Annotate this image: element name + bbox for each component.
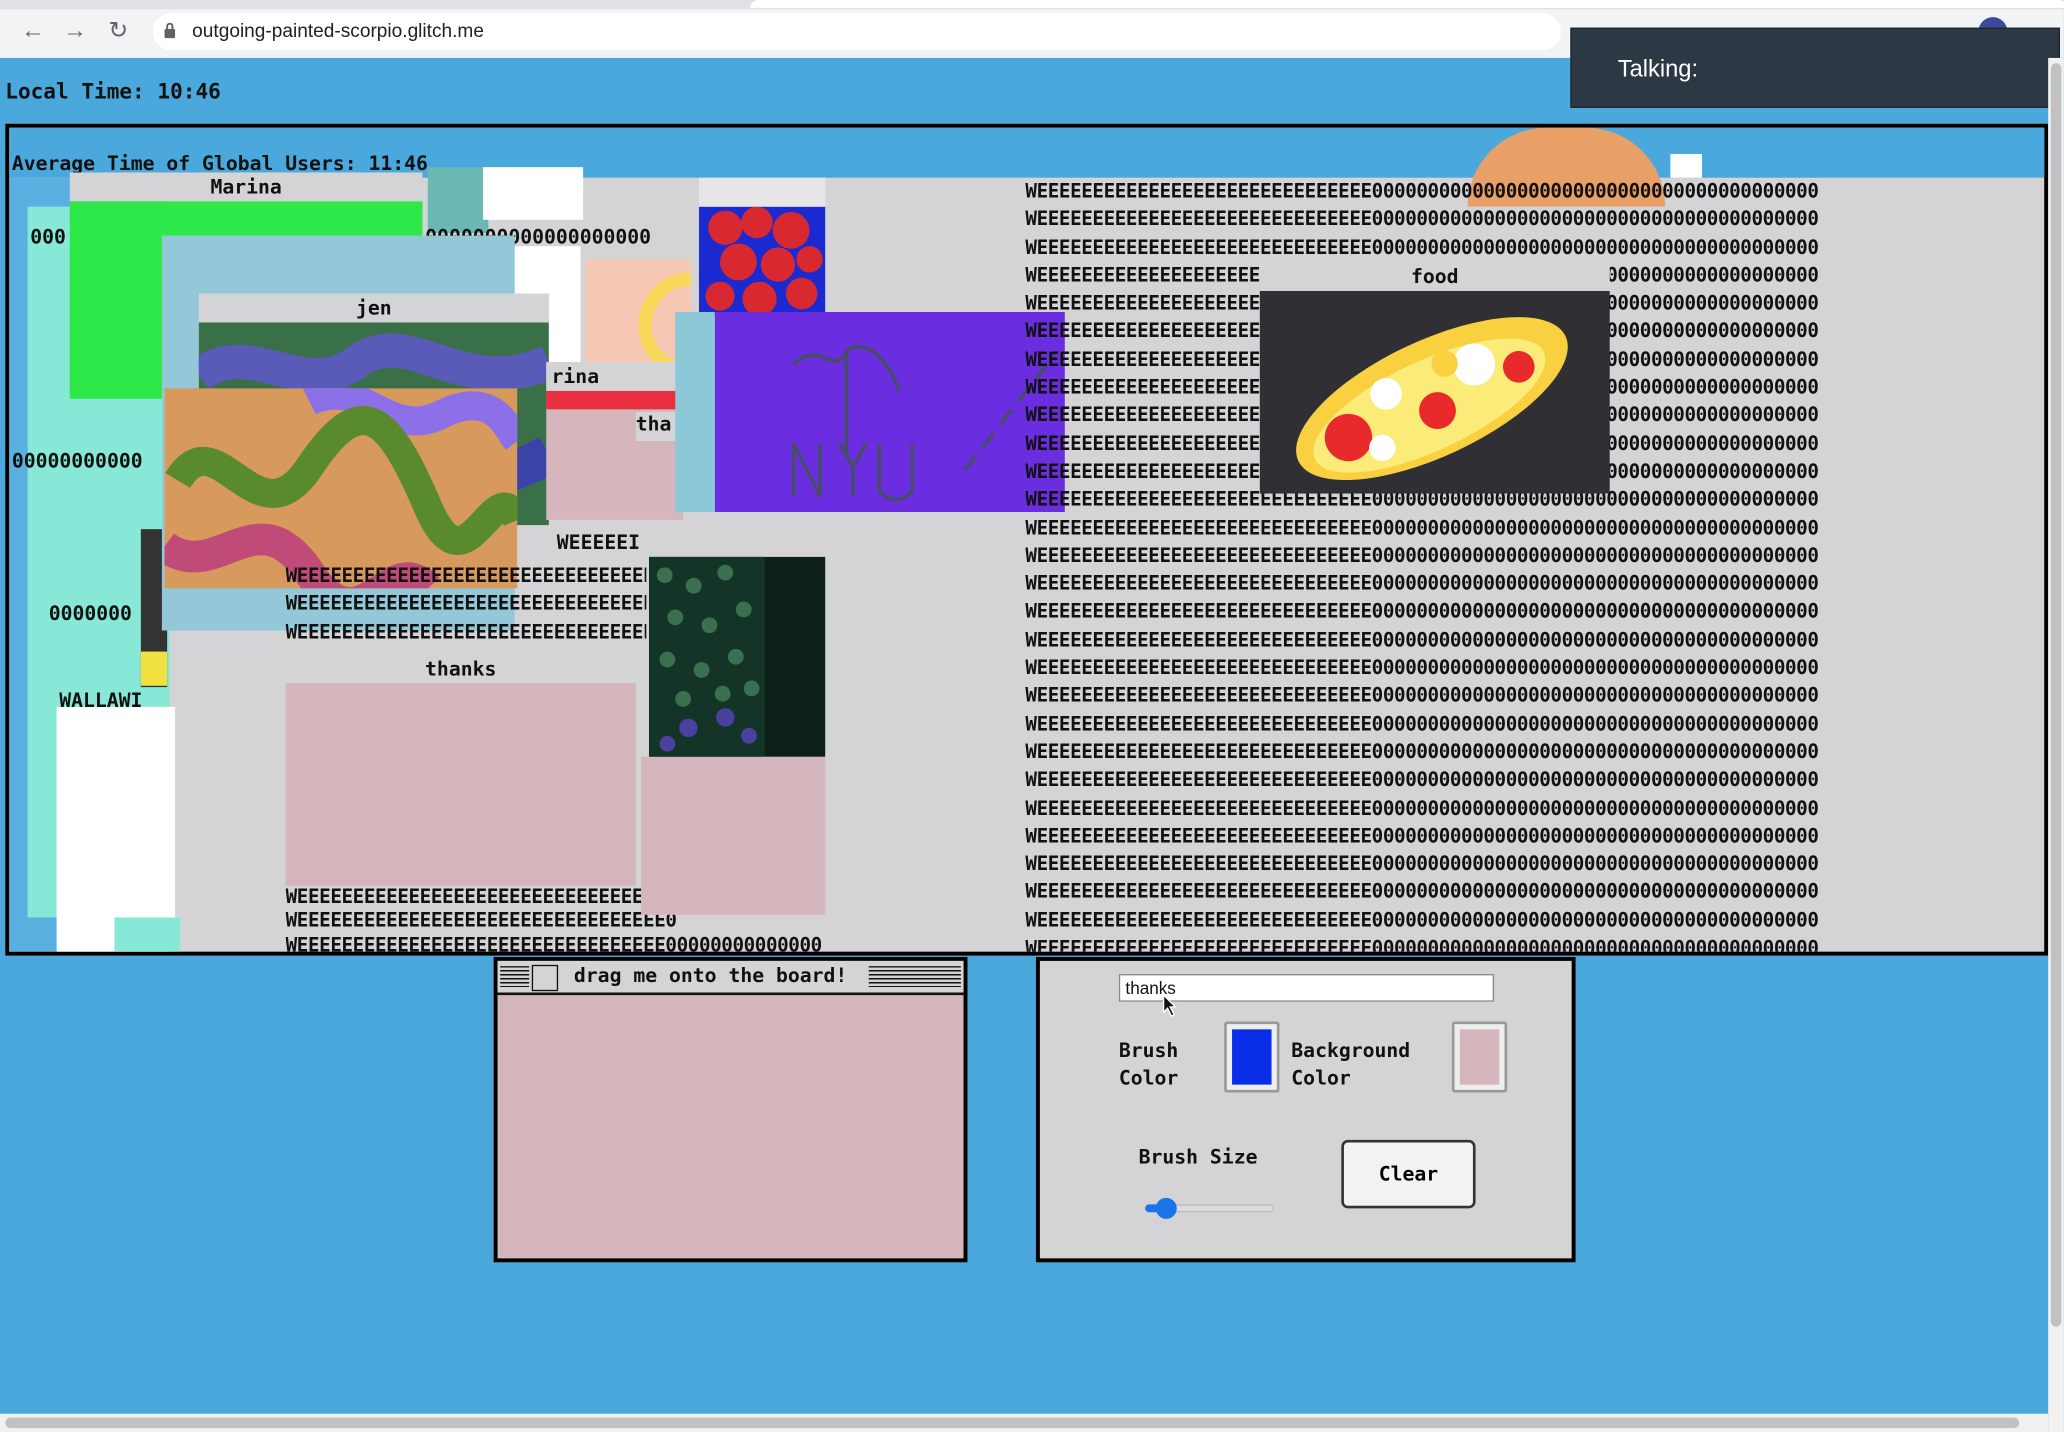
window-title: thanks [285, 654, 636, 684]
talking-indicator: Talking: [1570, 27, 2061, 108]
vertical-scrollbar[interactable] [2048, 57, 2064, 1432]
zeros-fragment: 0000000 [48, 601, 132, 626]
mouse-cursor-icon [1162, 993, 1178, 1018]
drawing-canvas-blobs[interactable] [698, 206, 826, 315]
brush-color-picker[interactable] [1224, 1021, 1280, 1093]
drag-window-titlebar[interactable]: drag me onto the board! [497, 960, 964, 996]
forward-arrow-icon[interactable]: → [61, 16, 90, 45]
drag-window[interactable]: drag me onto the board! [493, 956, 968, 1263]
brush-color-label: Brush Color [1118, 1038, 1179, 1090]
address-bar[interactable]: outgoing-painted-scorpio.glitch.me [152, 13, 1562, 51]
zeros-fragment: 000 [30, 225, 66, 249]
drawing-canvas-squiggle[interactable] [164, 388, 518, 589]
text-block-weee-left: WEEEEEEEEEEEEEEEEEEEEEEEEEEEEEEEEE0 WEEE… [285, 564, 647, 644]
controls-panel: thanks Brush Color Background Color Brush … [1035, 956, 1576, 1263]
active-tab[interactable] [750, 0, 2064, 8]
horizontal-scrollbar[interactable] [0, 1413, 2049, 1432]
drawing-canvas [1259, 290, 1610, 494]
local-time: Local Time: 10:46 [5, 78, 221, 104]
app-stage: ← → ↻ outgoing-painted-scorpio.glitch.me… [0, 0, 2064, 1432]
wallaw-fragment: WALLAWI [59, 688, 143, 713]
window-title: Marina [69, 172, 423, 202]
close-box-icon[interactable] [531, 964, 559, 992]
brush-size-label: Brush Size [1138, 1145, 1258, 1169]
drawing-window-food[interactable]: food [1259, 261, 1610, 494]
url-text: outgoing-painted-scorpio.glitch.me [192, 21, 484, 43]
background-color-picker[interactable] [1451, 1021, 1508, 1093]
window-title: food [1259, 261, 1610, 291]
horizontal-scrollbar-thumb[interactable] [5, 1417, 2020, 1429]
back-arrow-icon[interactable]: ← [18, 16, 47, 45]
window-title: tha [635, 412, 672, 436]
drawing-canvas-nyu[interactable] [714, 311, 1065, 513]
clear-button[interactable]: Clear [1341, 1139, 1476, 1209]
window-title: WEEEEEI [556, 530, 641, 555]
lock-icon [164, 22, 176, 39]
brush-size-slider-handle[interactable] [1155, 1197, 1178, 1219]
window-title: rina [546, 361, 684, 391]
vertical-scrollbar-thumb[interactable] [2050, 63, 2062, 1327]
window-title: jen [198, 293, 549, 323]
background-color-label: Background Color [1291, 1038, 1411, 1090]
titlebar-stripes [500, 966, 530, 990]
titlebar-stripes [868, 966, 961, 990]
drawing-board[interactable]: Average Time of Global Users: 11:46 000 … [5, 123, 2049, 956]
drawing-canvas-dots[interactable] [648, 556, 826, 757]
zeros-fragment: 00000000000 [11, 448, 143, 473]
drawing-window-thanks[interactable]: thanks [285, 654, 636, 886]
drag-window-title: drag me onto the board! [573, 963, 848, 988]
reload-icon[interactable]: ↻ [104, 16, 133, 45]
